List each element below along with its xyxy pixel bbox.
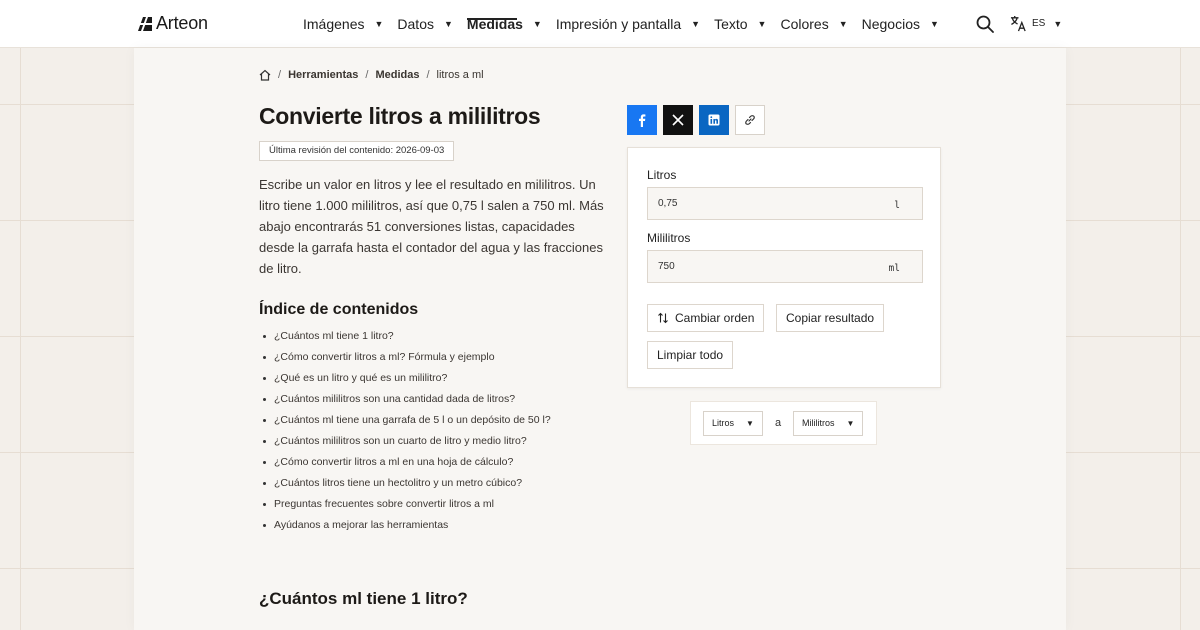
toc-item[interactable]: ¿Cuántos mililitros son un cuarto de lit… (263, 434, 551, 455)
top-navbar: Arteon Imágenes ▼ Datos ▼ Medidas ▼ Impr… (0, 0, 1200, 48)
caret-down-icon: ▼ (1053, 18, 1063, 29)
clear-all-label: Limpiar todo (657, 348, 724, 362)
milliliters-value: 750 (658, 261, 675, 272)
page-title: Convierte litros a mililitros (259, 103, 541, 129)
toc-item[interactable]: ¿Cuántos litros tiene un hectolitro y un… (263, 476, 551, 497)
milliliters-unit: ml (888, 263, 900, 274)
from-unit-value: Litros (712, 418, 735, 428)
toc-item[interactable]: ¿Qué es un litro y qué es un mililitro? (263, 371, 551, 392)
nav-item-colores[interactable]: Colores ▼ (780, 0, 847, 48)
caret-down-icon: ▼ (846, 419, 855, 428)
share-linkedin-button[interactable] (699, 105, 729, 135)
x-icon (672, 114, 684, 126)
language-selector[interactable]: ES ▼ (1010, 15, 1062, 32)
caret-down-icon: ▼ (757, 19, 767, 29)
caret-down-icon: ▼ (443, 19, 453, 29)
section-heading: ¿Cuántos ml tiene 1 litro? (259, 589, 468, 608)
table-of-contents: ¿Cuántos ml tiene 1 litro? ¿Cómo convert… (263, 329, 551, 539)
toc-item[interactable]: ¿Cómo convertir litros a ml en una hoja … (263, 455, 551, 476)
linkedin-icon (708, 114, 720, 126)
share-bar (627, 105, 771, 135)
swap-button[interactable]: Cambiar orden (647, 304, 765, 332)
liters-unit: l (894, 200, 900, 211)
link-icon (745, 115, 755, 125)
share-x-button[interactable] (663, 105, 693, 135)
breadcrumb-separator: / (426, 69, 430, 81)
breadcrumb: / Herramientas / Medidas / litros a ml (259, 69, 484, 81)
copy-result-label: Copiar resultado (786, 311, 875, 325)
nav-item-label: Datos (397, 16, 434, 32)
brand-name: Arteon (156, 13, 208, 33)
toc-item[interactable]: Ayúdanos a mejorar las herramientas (263, 518, 551, 539)
home-icon[interactable] (259, 69, 271, 81)
share-facebook-button[interactable] (627, 105, 657, 135)
nav-item-label: Negocios (861, 16, 920, 32)
to-unit-value: Mililitros (802, 418, 835, 428)
liters-value: 0,75 (658, 198, 678, 209)
converter-card: Litros 0,75 l Mililitros 750 ml Cambiar … (627, 147, 941, 388)
breadcrumb-separator: / (278, 69, 282, 81)
nav-item-imagenes[interactable]: Imágenes ▼ (303, 0, 383, 48)
nav-item-label: Impresión y pantalla (555, 16, 682, 32)
swap-arrows-icon (658, 312, 668, 324)
swap-button-label: Cambiar orden (675, 311, 755, 325)
nav-item-texto[interactable]: Texto ▼ (714, 0, 766, 48)
language-code: ES (1032, 18, 1046, 29)
unit-connector: a (775, 417, 782, 429)
copy-result-button[interactable]: Copiar resultado (776, 304, 885, 332)
clear-all-button[interactable]: Limpiar todo (647, 341, 734, 369)
nav-item-medidas[interactable]: Medidas ▼ (466, 0, 542, 48)
caret-down-icon: ▼ (838, 19, 848, 29)
translate-icon (1010, 15, 1026, 32)
toc-item[interactable]: ¿Cuántos mililitros son una cantidad dad… (263, 392, 551, 413)
from-unit-select[interactable]: Litros ▼ (703, 411, 763, 436)
unit-selector: Litros ▼ a Mililitros ▼ (690, 401, 877, 445)
toc-item[interactable]: ¿Cuántos ml tiene 1 litro? (263, 329, 551, 350)
toc-item[interactable]: Preguntas frecuentes sobre convertir lit… (263, 497, 551, 518)
facebook-icon (639, 114, 646, 127)
toc-title: Índice de contenidos (259, 301, 419, 318)
logo[interactable]: Arteon (137, 13, 208, 34)
liters-input[interactable]: 0,75 l (647, 187, 923, 220)
from-label: Litros (647, 168, 677, 182)
breadcrumb-medidas[interactable]: Medidas (375, 69, 419, 81)
caret-down-icon: ▼ (532, 19, 542, 29)
toc-item[interactable]: ¿Cuántos ml tiene una garrafa de 5 l o u… (263, 413, 551, 434)
intro-text: Escribe un valor en litros y lee el resu… (259, 177, 604, 276)
main-nav: Imágenes ▼ Datos ▼ Medidas ▼ Impresión y… (303, 0, 953, 48)
caret-down-icon: ▼ (374, 19, 384, 29)
caret-down-icon: ▼ (691, 19, 701, 29)
breadcrumb-current: litros a ml (436, 69, 484, 81)
search-icon[interactable] (976, 15, 994, 33)
breadcrumb-herramientas[interactable]: Herramientas (288, 69, 358, 81)
breadcrumb-separator: / (365, 69, 369, 81)
logo-icon (138, 16, 152, 31)
copy-link-button[interactable] (735, 105, 765, 135)
caret-down-icon: ▼ (930, 19, 939, 29)
to-label: Mililitros (647, 231, 691, 245)
nav-item-label: Medidas (466, 16, 523, 32)
nav-item-negocios[interactable]: Negocios ▼ (862, 0, 939, 48)
revision-badge: Última revisión del contenido: 2026-09-0… (259, 141, 455, 161)
nav-item-label: Colores (780, 16, 829, 32)
nav-item-label: Imágenes (303, 16, 365, 32)
milliliters-input[interactable]: 750 ml (647, 250, 923, 283)
nav-item-impresion[interactable]: Impresión y pantalla ▼ (556, 0, 700, 48)
nav-item-datos[interactable]: Datos ▼ (397, 0, 453, 48)
caret-down-icon: ▼ (746, 419, 754, 428)
to-unit-select[interactable]: Mililitros ▼ (793, 411, 864, 436)
nav-item-label: Texto (714, 16, 748, 32)
toc-item[interactable]: ¿Cómo convertir litros a ml? Fórmula y e… (263, 350, 551, 371)
